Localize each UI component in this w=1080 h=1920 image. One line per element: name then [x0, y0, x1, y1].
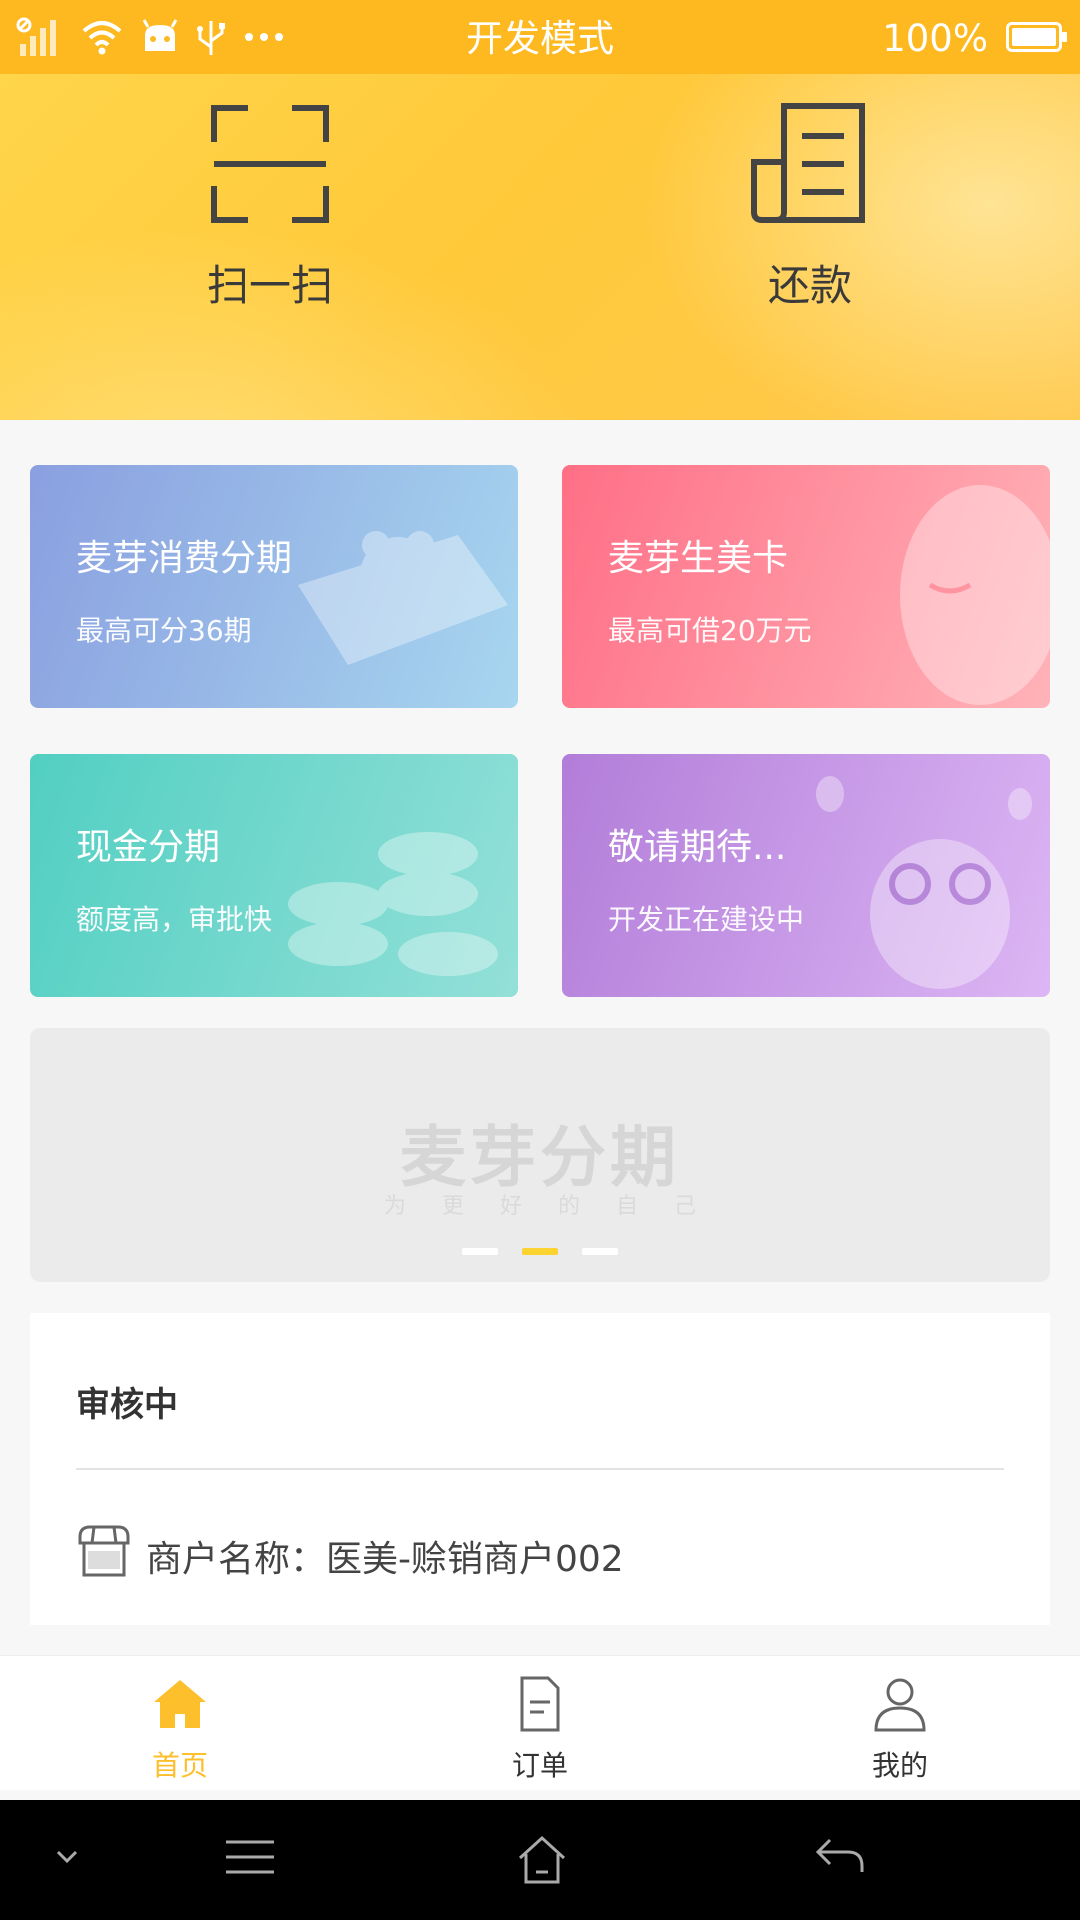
slider-indicator [30, 1248, 1050, 1255]
tab-home[interactable]: 首页 [80, 1676, 280, 1784]
scan-button[interactable]: 扫一扫 [120, 102, 420, 313]
review-panel: 审核中 商户名称：医美-赊销商户002 [30, 1313, 1050, 1625]
repay-label: 还款 [767, 261, 852, 310]
card-subtitle: 开发正在建设中 [608, 903, 805, 936]
order-icon [510, 1676, 570, 1736]
card-cash-installment[interactable]: 现金分期 额度高，审批快 [30, 754, 518, 997]
card-subtitle: 最高可分36期 [76, 614, 252, 647]
status-bar: 开发模式 100% [0, 0, 1080, 74]
menu-icon[interactable] [220, 1832, 280, 1886]
merchant-row[interactable]: 商户名称：医美-赊销商户002 [76, 1523, 624, 1588]
gift-box-icon [298, 531, 508, 665]
review-title: 审核中 [76, 1385, 178, 1425]
card-beauty-card[interactable]: 麦芽生美卡 最高可借20万元 [562, 465, 1050, 708]
slider-dot[interactable] [522, 1248, 558, 1255]
header-banner: 扫一扫 还款 [0, 74, 1080, 420]
card-title: 现金分期 [76, 827, 221, 868]
battery-percent: 100% [882, 17, 988, 60]
card-title: 麦芽消费分期 [76, 538, 293, 579]
home-nav-icon[interactable] [514, 1832, 570, 1892]
mascot-icon [816, 776, 1032, 989]
slider-dot[interactable] [582, 1248, 618, 1255]
merchant-name: 商户名称：医美-赊销商户002 [146, 1538, 624, 1580]
coins-icon [288, 832, 498, 976]
home-icon [150, 1680, 210, 1736]
tab-label: 首页 [151, 1749, 208, 1782]
scan-icon [208, 105, 332, 230]
banner-slogan: 为更好的自己 [383, 1194, 732, 1219]
tab-mine[interactable]: 我的 [800, 1676, 1000, 1784]
card-title: 敬请期待... [608, 827, 787, 868]
repay-icon [748, 103, 872, 230]
battery-fill [1012, 28, 1056, 46]
tab-label: 我的 [871, 1749, 928, 1782]
tab-bar: 首页 订单 我的 [0, 1656, 1080, 1790]
scan-label: 扫一扫 [206, 261, 333, 310]
collapse-icon[interactable] [50, 1840, 84, 1878]
card-subtitle: 额度高，审批快 [76, 903, 273, 936]
card-subtitle: 最高可借20万元 [608, 614, 812, 647]
card-title: 麦芽生美卡 [608, 538, 789, 579]
face-icon [900, 485, 1050, 705]
system-nav-bar [0, 1800, 1080, 1920]
card-consumer-installment[interactable]: 麦芽消费分期 最高可分36期 [30, 465, 518, 708]
tab-orders[interactable]: 订单 [440, 1676, 640, 1784]
battery-icon [1006, 22, 1067, 52]
slider-dot[interactable] [462, 1248, 498, 1255]
divider [76, 1468, 1004, 1470]
user-icon [870, 1678, 930, 1736]
banner-slider[interactable]: 麦芽分期 为更好的自己 [30, 1028, 1050, 1282]
repay-button[interactable]: 还款 [660, 102, 960, 313]
store-icon [76, 1523, 132, 1588]
banner-logo: 麦芽分期 [400, 1119, 680, 1196]
card-coming-soon[interactable]: 敬请期待... 开发正在建设中 [562, 754, 1050, 997]
back-icon[interactable] [812, 1832, 868, 1886]
tab-label: 订单 [511, 1749, 568, 1782]
